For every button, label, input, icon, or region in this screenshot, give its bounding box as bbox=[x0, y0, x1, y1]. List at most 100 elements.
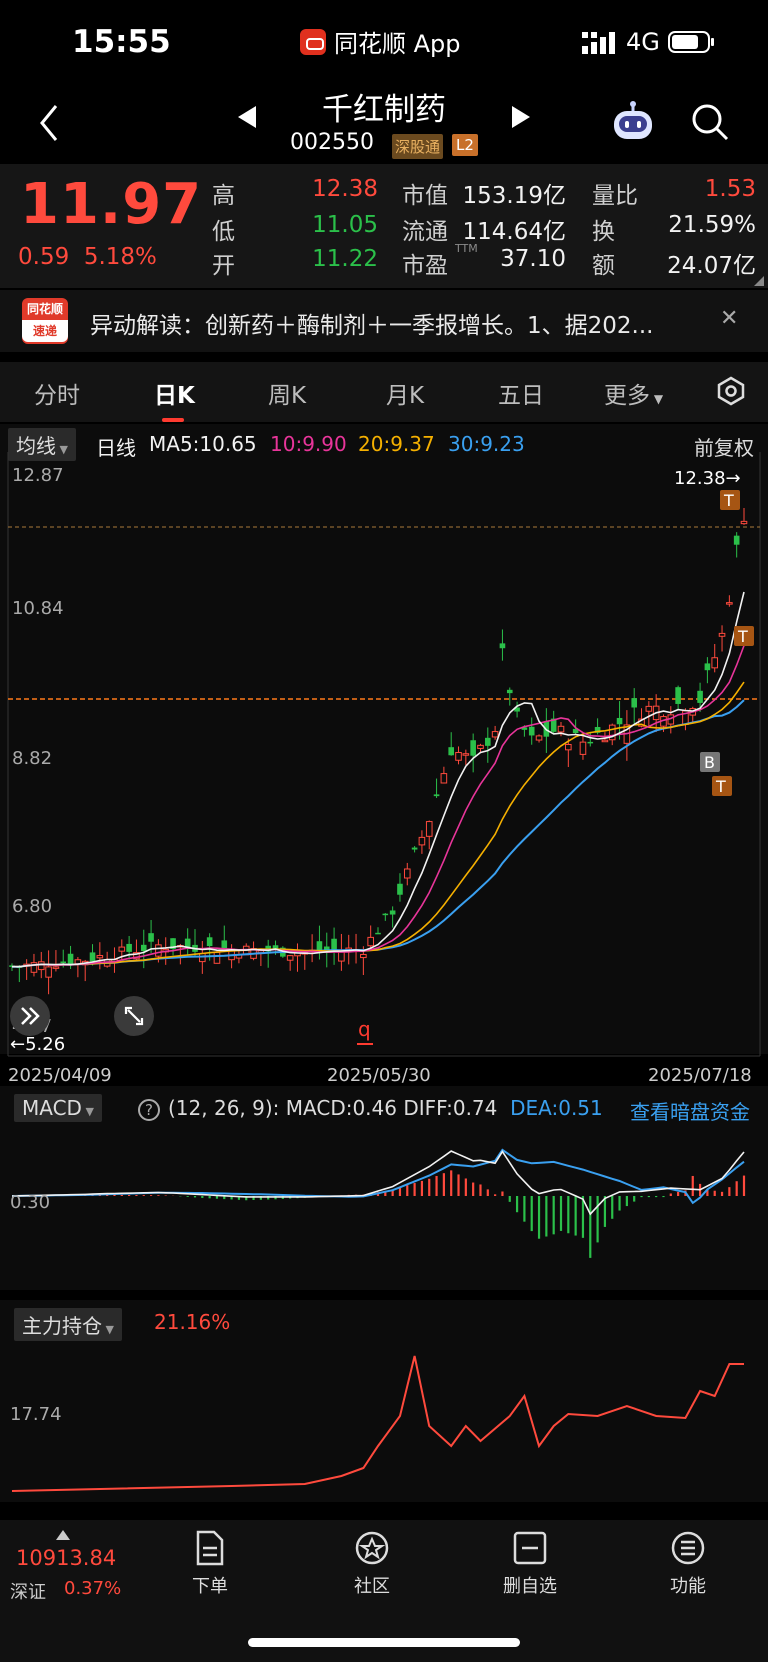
expand-corner-icon[interactable] bbox=[754, 276, 764, 286]
candle-body bbox=[601, 739, 609, 743]
tab-weekly[interactable]: 周K bbox=[268, 376, 306, 410]
mktcap-value: 153.19亿 bbox=[462, 183, 566, 209]
float-value: 114.64亿 bbox=[462, 219, 566, 245]
candle-body bbox=[45, 966, 52, 978]
collapse-panel-icon[interactable] bbox=[8, 994, 52, 1038]
candle-body bbox=[360, 953, 367, 959]
app-indicator: 同花顺 App bbox=[300, 24, 461, 59]
candle-body bbox=[499, 643, 506, 649]
level2-badge: L2 bbox=[452, 134, 478, 156]
help-icon[interactable]: ? bbox=[138, 1099, 160, 1121]
index-name: 深证 bbox=[10, 1582, 46, 1603]
ai-assistant-icon[interactable] bbox=[610, 100, 656, 144]
dark-pool-link[interactable]: 查看暗盘资金 bbox=[630, 1096, 750, 1125]
index-value[interactable]: 10913.84 bbox=[16, 1546, 116, 1570]
badge-letter: T bbox=[737, 627, 748, 646]
next-stock-button[interactable] bbox=[510, 104, 532, 130]
macd-info: ? (12, 26, 9): MACD:0.46 DIFF:0.74 DEA:0.… bbox=[138, 1096, 603, 1121]
change-percent: 5.18% bbox=[83, 244, 157, 270]
badge-t[interactable]: T bbox=[712, 776, 732, 796]
amount-value: 24.07亿 bbox=[667, 253, 756, 279]
macd-selector[interactable]: MACD ▼ bbox=[14, 1094, 102, 1122]
low-value: 11.05 bbox=[312, 212, 378, 238]
date-label: 2025/05/30 bbox=[327, 1065, 431, 1086]
diff-line bbox=[11, 1150, 745, 1216]
candle-body bbox=[155, 944, 162, 957]
mktcap-label: 市值 bbox=[402, 183, 448, 209]
candle-body bbox=[140, 944, 147, 952]
index-change: 0.37% bbox=[64, 1578, 122, 1599]
settings-icon[interactable] bbox=[716, 376, 746, 406]
high-marker: 12.38→ bbox=[674, 468, 741, 489]
ma30-line bbox=[12, 699, 745, 968]
candle-body bbox=[711, 657, 719, 669]
community-star-icon bbox=[355, 1531, 389, 1565]
tab-more-label: 更多 bbox=[604, 383, 650, 409]
last-price: 11.97 bbox=[20, 172, 203, 237]
candle-body bbox=[645, 705, 653, 712]
candle-body bbox=[286, 955, 294, 961]
news-text[interactable]: 异动解读：创新药＋酶制剂＋一季报增长。1、据202... bbox=[90, 306, 710, 340]
candle-body bbox=[485, 737, 491, 746]
up-triangle-icon bbox=[56, 1530, 70, 1540]
candle-body bbox=[616, 717, 623, 725]
event-marker[interactable]: q bbox=[358, 1017, 371, 1041]
turnover-label: 换 bbox=[592, 219, 615, 245]
diff-value: DIFF:0.74 bbox=[403, 1096, 498, 1120]
nav-remove-watch-button[interactable]: 删自选 bbox=[480, 1530, 580, 1598]
search-icon[interactable] bbox=[690, 102, 730, 142]
y-tick-label: 6.80 bbox=[12, 896, 52, 917]
candle-body bbox=[411, 847, 418, 850]
candle-body bbox=[272, 945, 279, 949]
main-force-svg: 17.74 bbox=[10, 1355, 744, 1492]
candle-body bbox=[440, 773, 448, 784]
tab-daily[interactable]: 日K bbox=[154, 376, 195, 410]
candle-body bbox=[631, 698, 637, 708]
candle-body bbox=[733, 535, 740, 545]
main-force-value: 21.16% bbox=[154, 1310, 231, 1334]
nav-community-button[interactable]: 社区 bbox=[322, 1530, 422, 1598]
candle-body bbox=[367, 936, 374, 947]
candle-body bbox=[528, 726, 535, 736]
candle-body bbox=[74, 959, 82, 965]
low-label: 低 bbox=[212, 219, 235, 245]
close-icon[interactable]: ✕ bbox=[720, 306, 738, 331]
candle-body bbox=[565, 743, 572, 751]
news-logo-line2: 速递 bbox=[22, 320, 68, 342]
pe-label: 市盈 bbox=[402, 253, 448, 279]
home-indicator[interactable] bbox=[248, 1638, 520, 1647]
exchange-badge: 深股通 bbox=[392, 134, 444, 159]
float-label: 流通 bbox=[402, 219, 448, 245]
candle-body bbox=[37, 961, 45, 971]
candle-body bbox=[462, 753, 470, 756]
candle-body bbox=[184, 938, 191, 948]
open-label: 开 bbox=[212, 253, 235, 279]
ma5-line bbox=[12, 591, 745, 968]
nav-label: 社区 bbox=[354, 1576, 390, 1597]
news-logo-line1: 同花顺 bbox=[26, 302, 63, 316]
tab-monthly[interactable]: 月K bbox=[386, 376, 424, 410]
badge-b[interactable]: B bbox=[700, 752, 720, 772]
badge-t[interactable]: T bbox=[734, 626, 754, 646]
candle-body bbox=[740, 520, 748, 525]
tab-more[interactable]: 更多 ▼ bbox=[604, 376, 663, 410]
battery-icon bbox=[668, 31, 714, 53]
app-logo-icon bbox=[300, 28, 326, 55]
macd-params: (12, 26, 9): bbox=[168, 1096, 280, 1120]
nav-order-button[interactable]: 下单 bbox=[160, 1530, 260, 1598]
fullscreen-icon[interactable] bbox=[112, 994, 156, 1038]
open-value: 11.22 bbox=[312, 246, 378, 272]
tab-intraday[interactable]: 分时 bbox=[34, 376, 80, 410]
candle-body bbox=[470, 740, 476, 756]
y-tick-label: 10.84 bbox=[12, 598, 64, 619]
candle-body bbox=[221, 940, 228, 949]
badge-letter: B bbox=[704, 753, 715, 772]
candle-body bbox=[118, 946, 126, 952]
nav-functions-button[interactable]: 功能 bbox=[638, 1530, 738, 1598]
candle-body bbox=[726, 602, 733, 605]
badge-t[interactable]: T bbox=[720, 490, 740, 510]
signal-icon bbox=[582, 32, 615, 54]
candle-body bbox=[704, 663, 711, 671]
main-force-label: 主力持仓 bbox=[22, 1314, 102, 1338]
tab-five-day[interactable]: 五日 bbox=[498, 376, 544, 410]
